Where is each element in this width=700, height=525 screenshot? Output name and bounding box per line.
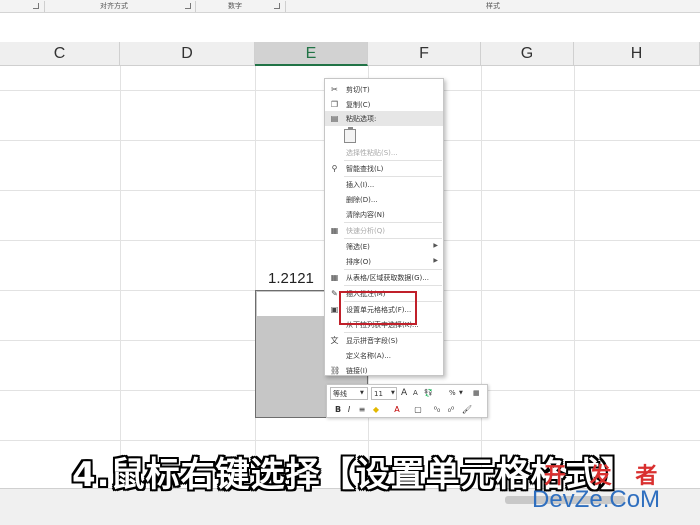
menu-label: 粘贴选项: bbox=[346, 115, 377, 123]
ribbon-group-styles: 样式 bbox=[486, 2, 500, 10]
column-header-h[interactable]: H bbox=[574, 42, 700, 66]
grid-line bbox=[0, 440, 700, 441]
chevron-down-icon: ▼ bbox=[391, 390, 395, 396]
menu-item-define-name[interactable]: 定义名称(A)... bbox=[325, 348, 443, 363]
column-header-d[interactable]: D bbox=[120, 42, 255, 66]
menu-label: 复制(C) bbox=[346, 101, 371, 109]
menu-label: 智能查找(L) bbox=[346, 165, 384, 173]
chevron-down-icon: ▼ bbox=[360, 390, 364, 396]
menu-label: 筛选(E) bbox=[346, 243, 370, 251]
format-table-icon[interactable]: ▦ bbox=[473, 387, 480, 400]
menu-item-filter[interactable]: 筛选(E) ▶ bbox=[325, 239, 443, 254]
grid-line bbox=[574, 66, 575, 486]
excel-window: 对齐方式 数字 样式 天奇生活 C D E F G H 1.2121 ✂ 剪切(… bbox=[0, 0, 700, 525]
menu-item-show-phonetic[interactable]: 文 显示拼音字段(S) bbox=[325, 333, 443, 348]
menu-label: 排序(O) bbox=[346, 258, 371, 266]
chevron-down-icon: ▼ bbox=[459, 390, 463, 396]
percent-style-button[interactable]: % bbox=[449, 387, 456, 400]
grid-line bbox=[120, 66, 121, 486]
column-header-g[interactable]: G bbox=[481, 42, 574, 66]
highlight-box bbox=[339, 291, 417, 325]
center-align-icon[interactable]: ≡ bbox=[357, 403, 367, 416]
number-dialog-launcher-icon[interactable] bbox=[274, 3, 280, 9]
font-dialog-launcher-icon[interactable] bbox=[33, 3, 39, 9]
menu-label: 显示拼音字段(S) bbox=[346, 337, 398, 345]
increase-decimal-icon[interactable]: ⁰₀ bbox=[431, 403, 443, 416]
menu-label: 清除内容(N) bbox=[346, 211, 385, 219]
cell-e-value[interactable]: 1.2121 bbox=[268, 270, 314, 287]
ribbon-separator bbox=[44, 1, 45, 12]
menu-label: 插入(I)... bbox=[346, 181, 375, 189]
formula-gap bbox=[0, 14, 700, 42]
comment-icon: ✎ bbox=[331, 289, 338, 298]
ribbon-group-number: 数字 bbox=[228, 2, 242, 10]
quick-analysis-icon: ▦ bbox=[330, 226, 339, 235]
paste-button-icon[interactable] bbox=[344, 127, 356, 143]
menu-label: 定义名称(A)... bbox=[346, 352, 391, 360]
menu-item-delete[interactable]: 删除(D)... bbox=[325, 192, 443, 207]
font-color-button[interactable]: A bbox=[392, 403, 402, 416]
menu-item-quick-analysis[interactable]: ▦ 快速分析(Q) bbox=[325, 223, 443, 238]
decrease-font-size-button[interactable]: A bbox=[413, 387, 418, 400]
bold-button[interactable]: B bbox=[333, 403, 343, 416]
alignment-dialog-launcher-icon[interactable] bbox=[185, 3, 191, 9]
menu-label: 快速分析(Q) bbox=[346, 227, 385, 235]
phonetic-icon: 文 bbox=[330, 336, 339, 345]
cut-icon: ✂ bbox=[331, 85, 338, 94]
context-menu: ✂ 剪切(T) ❐ 复制(C) ▤ 粘贴选项: 选择性粘贴(S)... ⚲ 智能… bbox=[324, 78, 444, 376]
ribbon-separator bbox=[195, 1, 196, 12]
menu-label: 选择性粘贴(S)... bbox=[346, 149, 398, 157]
menu-item-paste-options: ▤ 粘贴选项: bbox=[325, 111, 443, 126]
menu-item-paste-special[interactable]: 选择性粘贴(S)... bbox=[325, 145, 443, 160]
paste-icon: ▤ bbox=[330, 114, 339, 123]
menu-label: 从表格/区域获取数据(G)... bbox=[346, 274, 429, 282]
menu-item-sort[interactable]: 排序(O) ▶ bbox=[325, 254, 443, 269]
format-cells-icon: ▣ bbox=[330, 305, 339, 314]
submenu-arrow-icon: ▶ bbox=[433, 257, 438, 264]
increase-font-size-button[interactable]: A bbox=[401, 387, 407, 400]
menu-item-get-data-from-table[interactable]: ▦ 从表格/区域获取数据(G)... bbox=[325, 270, 443, 285]
menu-label: 链接(I) bbox=[346, 367, 368, 375]
accounting-format-icon[interactable]: 💱 bbox=[424, 387, 433, 400]
menu-label: 删除(D)... bbox=[346, 196, 378, 204]
menu-item-clear-contents[interactable]: 清除内容(N) bbox=[325, 207, 443, 222]
site-logo: 开 发 者 DevZe.CoM bbox=[520, 458, 700, 518]
grid-line bbox=[255, 66, 256, 486]
menu-item-cut[interactable]: ✂ 剪切(T) bbox=[325, 82, 443, 97]
fill-color-icon[interactable]: ◆ bbox=[370, 403, 382, 416]
ribbon-separator bbox=[285, 1, 286, 12]
site-logo-bottom: DevZe.CoM bbox=[532, 486, 661, 513]
grid-line bbox=[481, 66, 482, 486]
column-header-f[interactable]: F bbox=[368, 42, 481, 66]
menu-item-smart-lookup[interactable]: ⚲ 智能查找(L) bbox=[325, 161, 443, 176]
menu-item-insert[interactable]: 插入(I)... bbox=[325, 177, 443, 192]
column-header-c[interactable]: C bbox=[0, 42, 120, 66]
italic-button[interactable]: I bbox=[344, 403, 354, 416]
copy-icon: ❐ bbox=[330, 100, 339, 109]
table-icon: ▦ bbox=[330, 273, 339, 282]
ribbon-group-bar: 对齐方式 数字 样式 bbox=[0, 0, 700, 13]
borders-icon[interactable]: ▢ bbox=[413, 403, 423, 416]
decrease-decimal-icon[interactable]: ₀⁰ bbox=[445, 403, 457, 416]
menu-label: 剪切(T) bbox=[346, 86, 370, 94]
search-icon: ⚲ bbox=[331, 164, 338, 173]
menu-item-copy[interactable]: ❐ 复制(C) bbox=[325, 97, 443, 112]
submenu-arrow-icon: ▶ bbox=[433, 242, 438, 249]
mini-toolbar: 等线 ▼ 11 ▼ A A 💱 % ▼ ▦ B I ≡ ◆ A ▢ ⁰₀ ₀⁰ … bbox=[326, 384, 488, 418]
menu-item-link[interactable]: ⛓ 链接(I) bbox=[325, 363, 443, 378]
column-header-e[interactable]: E bbox=[255, 42, 368, 66]
ribbon-group-alignment: 对齐方式 bbox=[100, 2, 128, 10]
link-icon: ⛓ bbox=[330, 366, 341, 375]
format-painter-icon[interactable]: 🖌 bbox=[461, 403, 473, 416]
